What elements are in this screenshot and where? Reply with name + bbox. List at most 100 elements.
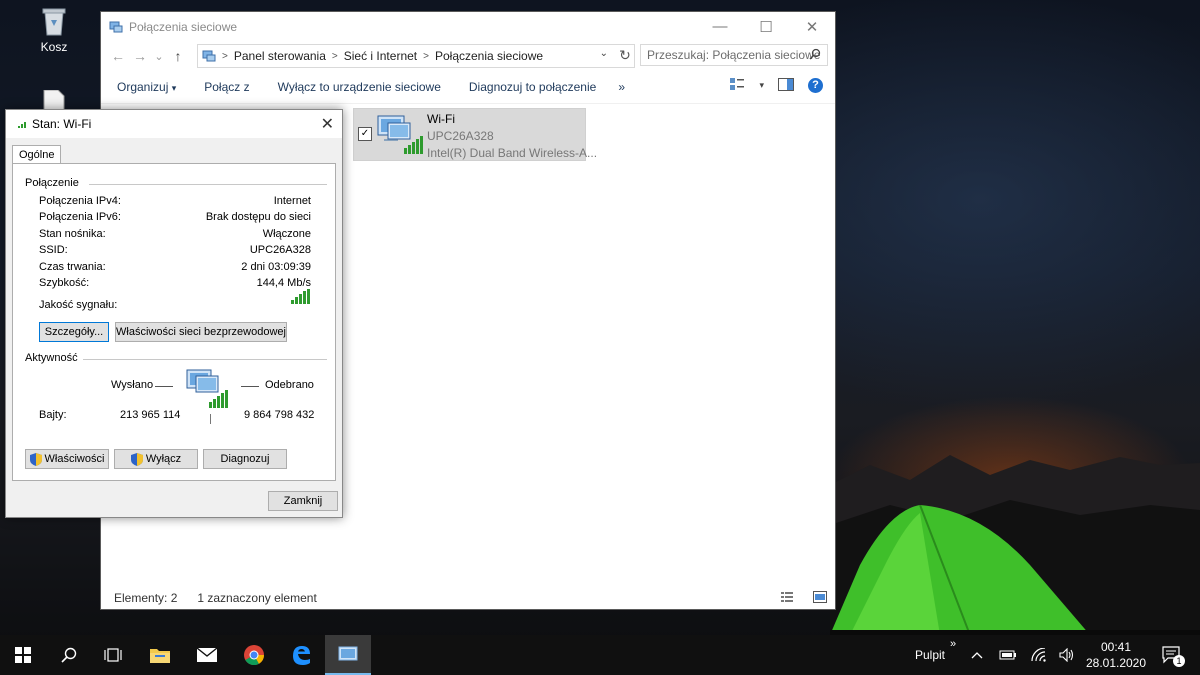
large-icons-view-button[interactable] (813, 591, 827, 606)
diagnose-button[interactable]: Diagnozuj (203, 449, 287, 469)
connection-ssid: UPC26A328 (427, 129, 494, 143)
properties-button[interactable]: Właściwości (25, 449, 109, 469)
maximize-button[interactable]: ☐ (743, 12, 789, 41)
start-button[interactable] (0, 635, 46, 675)
activity-divider (210, 414, 211, 424)
row-value: Brak dostępu do sieci (205, 211, 311, 223)
breadcrumb-control-panel[interactable]: Panel sterowania (234, 49, 326, 63)
help-button[interactable]: ? (808, 78, 823, 93)
back-button[interactable]: ← (107, 48, 129, 64)
row-label: Połączenia IPv4: (39, 195, 121, 207)
preview-pane-button[interactable] (778, 77, 794, 94)
row-ipv6: Połączenia IPv6: Brak dostępu do sieci (39, 211, 311, 223)
mail-icon (196, 647, 218, 662)
desktop-icon-recycle-bin[interactable]: Kosz (24, 6, 84, 54)
dialog-title-bar[interactable]: Stan: Wi-Fi ✕ (6, 110, 342, 138)
chrome-taskbar-button[interactable] (231, 635, 277, 675)
uac-shield-icon (130, 452, 143, 466)
volume-tray-button[interactable] (1055, 635, 1079, 675)
chevron-up-icon (971, 652, 983, 659)
battery-tray-button[interactable] (996, 635, 1020, 675)
close-dialog-button[interactable]: Zamknij (268, 491, 338, 511)
wireless-properties-button[interactable]: Właściwości sieci bezprzewodowej (115, 322, 287, 342)
taskbar: Pulpit » 00:41 28.01.2020 1 (0, 635, 1200, 675)
bytes-received: 9 864 798 432 (244, 409, 315, 421)
recent-locations-button[interactable]: ⌄ (151, 50, 167, 63)
tab-general[interactable]: Ogólne (12, 145, 62, 164)
close-button[interactable]: ✕ (789, 12, 835, 41)
chevron-down-icon[interactable]: ⌄ (600, 48, 608, 59)
taskbar-clock[interactable]: 00:41 28.01.2020 (1082, 639, 1150, 671)
search-input[interactable]: Przeszukaj: Połączenia sieciowe (640, 44, 828, 66)
disable-button[interactable]: Wyłącz (114, 449, 198, 469)
desktop-toolbar-label[interactable]: Pulpit (915, 648, 945, 662)
address-row: ← → ⌄ ↑ > Panel sterowania > Sieć i Inte… (101, 41, 835, 71)
more-commands-button[interactable]: » (610, 80, 639, 94)
connect-to-button[interactable]: Połącz z (190, 80, 263, 94)
wallpaper-tent (830, 505, 1200, 635)
file-explorer-taskbar-button[interactable] (137, 635, 183, 675)
change-view-button[interactable] (729, 77, 745, 94)
row-value: Internet (273, 195, 311, 207)
dialog-title: Stan: Wi-Fi (32, 117, 92, 131)
group-divider (89, 184, 327, 185)
row-ssid: SSID: UPC26A328 (39, 244, 311, 256)
chrome-icon (244, 645, 265, 666)
control-panel-icon (202, 50, 216, 62)
task-view-button[interactable] (90, 635, 136, 675)
bytes-sent: 213 965 114 (120, 409, 181, 421)
details-view-button[interactable] (780, 591, 794, 606)
sent-line (155, 386, 173, 387)
address-bar[interactable]: > Panel sterowania > Sieć i Internet > P… (197, 44, 635, 68)
search-icon (809, 48, 821, 63)
row-duration: Czas trwania: 2 dni 03:09:39 (39, 261, 311, 273)
wifi-connection-item[interactable]: ✓ Wi-Fi UPC26A328 Intel(R) Dual Band Wir… (353, 108, 597, 161)
network-connections-taskbar-button[interactable] (325, 635, 371, 675)
row-signal-quality: Jakość sygnału: (39, 289, 311, 311)
chevron-right-icon: > (331, 50, 338, 62)
bytes-label: Bajty: (39, 409, 67, 421)
row-ipv4: Połączenia IPv4: Internet (39, 195, 311, 207)
network-folder-icon (338, 646, 358, 661)
selected-count: 1 zaznaczony element (197, 591, 317, 605)
diagnose-connection-button[interactable]: Diagnozuj to połączenie (455, 80, 610, 94)
received-label: Odebrano (265, 379, 314, 391)
up-button[interactable]: ↑ (167, 48, 189, 64)
clock-time: 00:41 (1100, 640, 1132, 654)
show-hidden-icons-button[interactable] (966, 635, 988, 675)
status-bar: Elementy: 2 1 zaznaczony element (101, 587, 835, 609)
uac-shield-icon (29, 452, 42, 466)
wifi-status-dialog[interactable]: Stan: Wi-Fi ✕ Ogólne Połączenie Połączen… (5, 109, 343, 518)
battery-icon (999, 650, 1016, 660)
row-label: Szybkość: (39, 277, 90, 289)
minimize-button[interactable]: — (697, 12, 743, 41)
details-button[interactable]: Szczegóły... (39, 322, 109, 342)
breadcrumb-network-connections[interactable]: Połączenia sieciowe (435, 49, 543, 63)
row-media-state: Stan nośnika: Włączone (39, 228, 311, 240)
refresh-icon[interactable]: ↻ (615, 44, 635, 66)
explorer-title-bar[interactable]: Połączenia sieciowe — ☐ ✕ (101, 12, 835, 41)
row-speed: Szybkość: 144,4 Mb/s (39, 277, 311, 289)
wifi-icon (1031, 648, 1046, 662)
chevron-down-icon[interactable]: ▾ (759, 80, 764, 91)
mail-taskbar-button[interactable] (184, 635, 230, 675)
row-label: Stan nośnika: (39, 228, 106, 240)
wifi-tray-button[interactable] (1027, 635, 1051, 675)
selection-checkbox[interactable]: ✓ (358, 127, 372, 141)
edge-taskbar-button[interactable] (278, 635, 324, 675)
breadcrumb-network-internet[interactable]: Sieć i Internet (344, 49, 417, 63)
search-button[interactable] (46, 635, 92, 675)
row-label: Czas trwania: (39, 261, 106, 273)
properties-label: Właściwości (44, 453, 105, 465)
forward-button[interactable]: → (129, 48, 151, 64)
chevron-right-icon: > (222, 50, 228, 62)
organize-button[interactable]: Organizuj ▾ (101, 80, 190, 94)
signal-strength-icon (291, 289, 310, 304)
disable-device-button[interactable]: Wyłącz to urządzenie sieciowe (264, 80, 455, 94)
activity-group-title: Aktywność (25, 352, 78, 364)
action-center-button[interactable]: 1 (1155, 635, 1189, 675)
dialog-close-icon[interactable]: ✕ (321, 114, 334, 134)
toolbar-overflow-icon[interactable]: » (950, 638, 956, 650)
desktop-icon-label: Kosz (40, 40, 68, 54)
sent-label: Wysłano (111, 379, 154, 391)
